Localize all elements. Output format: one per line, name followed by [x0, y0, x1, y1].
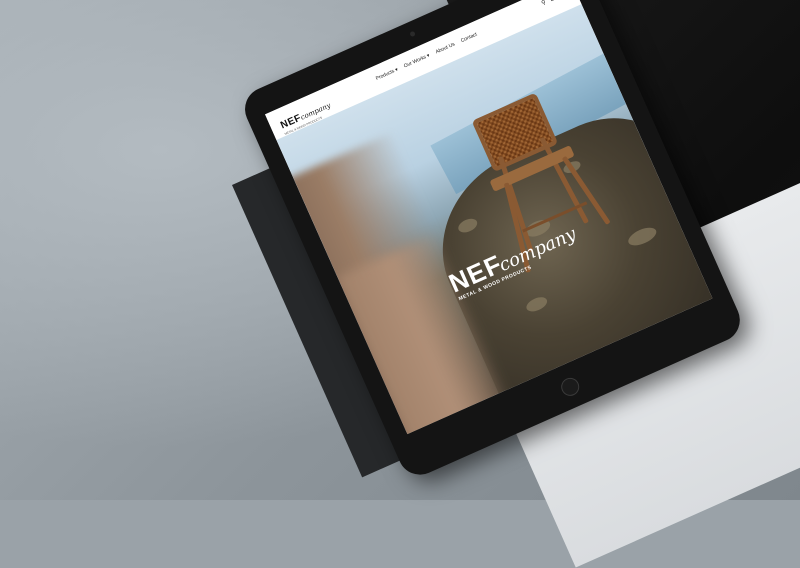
nav-item-about-us[interactable]: About Us	[435, 41, 456, 55]
search-icon[interactable]: ⚲	[541, 0, 547, 7]
nav-item-contact[interactable]: Contact	[460, 32, 478, 44]
nav-item-products[interactable]: Products ▾	[375, 67, 399, 82]
language-selector[interactable]: EN	[549, 0, 559, 3]
front-camera	[408, 30, 416, 38]
nav-item-our-works[interactable]: Our Works ▾	[403, 53, 431, 70]
home-button[interactable]	[558, 374, 583, 399]
nav-icons: ⚲ EN ♡	[541, 0, 569, 7]
